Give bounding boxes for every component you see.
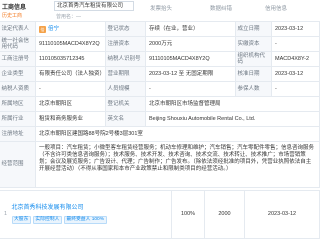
subscribed-amount: 2000 (205, 191, 245, 239)
registration-status: 存续（在业，营业） (146, 22, 236, 37)
shareholder-table: 1 北京首秀科技发展有限公司 大股东 实际控制人 最终受益人 100% 100%… (0, 190, 320, 239)
paid-capital: - (272, 37, 320, 52)
credit-code: 91110105MACD4X8Y2Q (36, 37, 106, 52)
label-staff-size: 人员规模 (106, 82, 146, 97)
label-approval-date: 核准日期 (236, 67, 272, 82)
staff-size: - (146, 82, 236, 97)
label-tax-id: 纳税人识别号 (106, 52, 146, 67)
label-credit-code: 统一社会信用代码 (0, 37, 36, 52)
org-code: MACD4X8Y-2 (272, 52, 320, 67)
taxpayer-qualification: - (36, 82, 106, 97)
founded-date: 2023-03-12 (272, 22, 320, 37)
shareholder-tags: 大股东 实际控制人 最终受益人 100% (11, 215, 107, 224)
subscribed-date: 2023-03-12 (245, 191, 320, 239)
header-link-invoice[interactable]: 发票抬头 (150, 4, 172, 12)
label-founded-date: 成立日期 (236, 22, 272, 37)
row-index: 1 (3, 211, 8, 218)
header-link-credit[interactable]: 信用信息 (265, 4, 287, 12)
approval-date: 2023-03-12 (272, 67, 320, 82)
section-title: 工商信息 (2, 5, 27, 11)
legal-rep-name-link[interactable]: 倍宁 (48, 26, 59, 33)
label-legal-representative: 法定代表人 (0, 22, 36, 37)
legal-representative[interactable]: 倍 倍宁 (36, 22, 106, 37)
english-name: Beijing Shouxiu Automobile Rental Co., L… (146, 112, 320, 127)
tag-major-shareholder: 大股东 (11, 215, 31, 224)
label-company-type: 企业类型 (0, 67, 36, 82)
table-row: 1 北京首秀科技发展有限公司 大股东 实际控制人 最终受益人 100% (0, 191, 172, 239)
label-taxpayer-qualification: 纳税人资质 (0, 82, 36, 97)
company-type: 有限责任公司（法人独资） (36, 67, 106, 82)
business-scope: 一般项目：汽车租赁；小微型客车租赁经营服务；机动车修理和维护；汽车销售；汽车零配… (36, 142, 320, 188)
business-term: 2023-03-12 至 无固定期限 (146, 67, 236, 82)
section-header: 工商信息 历史工商 北京首秀汽车租赁有限公司 曾用名：— 发票抬头 数据纠错 信… (0, 0, 320, 22)
tag-beneficiary: 最终受益人 100% (63, 215, 107, 224)
label-registration-authority: 登记机关 (106, 97, 146, 112)
registration-authority: 北京市朝阳区市场监督管理局 (146, 97, 320, 112)
label-business-scope: 经营范围 (0, 142, 36, 188)
history-link[interactable]: 历史工商 (2, 12, 22, 19)
label-org-code: 组织机构代码 (236, 52, 272, 67)
shareholding-ratio: 100% (172, 191, 205, 239)
registered-capital: 2000万元 (146, 37, 236, 52)
label-registered-capital: 注册资本 (106, 37, 146, 52)
label-insured-count: 参保人数 (236, 82, 272, 97)
insured-count: - (272, 82, 320, 97)
tax-id: 91110105MACD4X8Y2Q (146, 52, 236, 67)
label-registration-status: 登记状态 (106, 22, 146, 37)
label-registration-number: 工商注册号 (0, 52, 36, 67)
label-region: 所属地区 (0, 97, 36, 112)
shareholder-name-link[interactable]: 北京首秀科技发展有限公司 (12, 205, 107, 212)
registered-address: 北京市朝阳区建国路88号院2号楼3层301室 (36, 127, 320, 142)
former-name: 曾用名：— (56, 14, 82, 20)
legal-rep-avatar[interactable]: 倍 (39, 25, 46, 33)
label-business-term: 营业期限 (106, 67, 146, 82)
region: 北京市朝阳区 (36, 97, 106, 112)
label-registered-address: 注册地址 (0, 127, 36, 142)
label-paid-capital: 实缴资本 (236, 37, 272, 52)
registration-number: 110105035712345 (36, 52, 106, 67)
business-info-table: 法定代表人 倍 倍宁 登记状态 存续（在业，营业） 成立日期 2023-03-1… (0, 22, 320, 188)
label-english-name: 英文名 (106, 112, 146, 127)
label-industry: 所属行业 (0, 112, 36, 127)
company-name-field[interactable]: 北京首秀汽车租赁有限公司 (54, 1, 134, 11)
shareholder-info: 北京首秀科技发展有限公司 大股东 实际控制人 最终受益人 100% (10, 205, 107, 224)
industry: 租赁和商务服务业 (36, 112, 106, 127)
header-link-correction[interactable]: 数据纠错 (210, 4, 232, 12)
tag-actual-controller: 实际控制人 (32, 215, 62, 224)
